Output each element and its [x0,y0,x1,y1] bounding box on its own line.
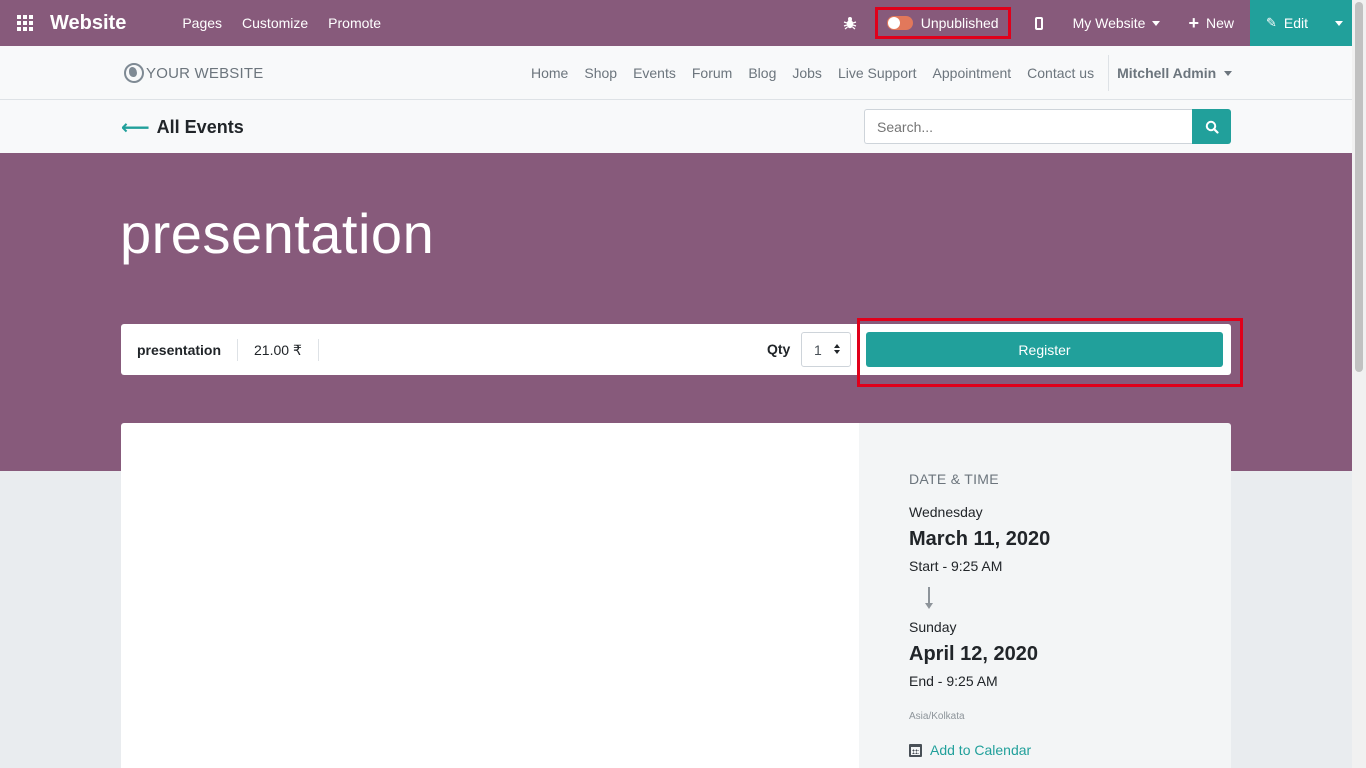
debug-bug-icon[interactable] [843,16,857,30]
qty-label: Qty [767,341,791,357]
nav-events[interactable]: Events [625,65,684,81]
my-website-label: My Website [1072,15,1146,31]
arrow-left-icon: ⟵ [121,117,150,139]
select-arrows-icon [834,344,840,354]
publish-switch[interactable] [886,16,913,30]
qty-select[interactable]: 1 [801,332,851,367]
plus-icon: + [1188,13,1199,33]
app-brand[interactable]: Website [50,12,126,35]
register-button[interactable]: Register [866,332,1223,367]
nav-live-support[interactable]: Live Support [830,65,925,81]
topbar-right: Unpublished My Website + New ✎ Edit [843,0,1352,46]
logo-text: YOUR WEBSITE [146,64,264,82]
search-input[interactable] [864,109,1193,144]
nav-jobs[interactable]: Jobs [784,65,830,81]
scrollbar-thumb[interactable] [1355,2,1363,372]
user-name: Mitchell Admin [1117,65,1217,81]
menu-pages[interactable]: Pages [172,0,232,46]
edit-label: Edit [1283,15,1309,31]
pencil-icon: ✎ [1266,15,1277,30]
add-to-calendar-link[interactable]: Add to Calendar [909,742,1031,758]
ticket-price: 21.00 ₹ [238,338,319,361]
nav-forum[interactable]: Forum [684,65,740,81]
end-day: Sunday [909,619,957,635]
events-toolbar: ⟵ All Events [0,100,1352,153]
date-time-heading: DATE & TIME [909,471,999,487]
site-header: YOUR WEBSITE Home Shop Events Forum Blog… [0,46,1352,100]
end-date: April 12, 2020 [909,643,1038,665]
ticket-name: presentation [121,338,239,361]
publish-toggle[interactable]: Unpublished [874,7,1011,39]
admin-menu: Pages Customize Promote [172,0,391,46]
nav-contact-us[interactable]: Contact us [1019,65,1102,81]
edit-button[interactable]: ✎ Edit [1250,15,1326,31]
all-events-label: All Events [156,117,244,137]
mobile-preview-icon[interactable] [1019,16,1059,30]
start-time: Start - 9:25 AM [909,558,1003,574]
search-button[interactable] [1192,109,1231,144]
nav-appointment[interactable]: Appointment [925,65,1020,81]
event-description-area [121,423,859,768]
start-day: Wednesday [909,504,983,520]
calendar-icon [909,743,922,757]
globe-icon [124,63,144,83]
add-to-calendar-label: Add to Calendar [930,742,1032,758]
search-icon [1205,120,1219,134]
caret-down-icon [1152,20,1161,26]
caret-down-icon [1224,70,1233,76]
new-button[interactable]: + New [1174,14,1250,32]
arrow-down-icon [925,587,933,611]
menu-promote[interactable]: Promote [318,0,391,46]
nav-divider [1108,55,1110,91]
apps-menu-icon[interactable] [0,0,50,46]
site-nav: Home Shop Events Forum Blog Jobs Live Su… [523,46,1233,100]
event-title: presentation [120,202,435,265]
user-menu-dropdown[interactable]: Mitchell Admin [1115,65,1233,81]
nav-blog[interactable]: Blog [740,65,784,81]
nav-shop[interactable]: Shop [576,65,625,81]
timezone-label: Asia/Kolkata [909,711,965,722]
site-logo[interactable]: YOUR WEBSITE [124,63,263,83]
my-website-dropdown[interactable]: My Website [1059,15,1175,31]
all-events-link[interactable]: ⟵ All Events [121,115,244,140]
new-label: New [1205,15,1234,31]
nav-home[interactable]: Home [523,65,576,81]
qty-value: 1 [814,341,822,358]
start-date: March 11, 2020 [909,528,1051,550]
edit-button-group: ✎ Edit [1250,0,1352,46]
menu-customize[interactable]: Customize [232,0,318,46]
date-time-panel: DATE & TIME Wednesday March 11, 2020 Sta… [859,423,1231,768]
page-scrollbar[interactable] [1352,0,1366,768]
end-time: End - 9:25 AM [909,673,998,689]
edit-dropdown-toggle[interactable] [1326,20,1352,26]
caret-down-icon [1335,20,1343,26]
admin-topbar: Website Pages Customize Promote Unpublis… [0,0,1352,46]
